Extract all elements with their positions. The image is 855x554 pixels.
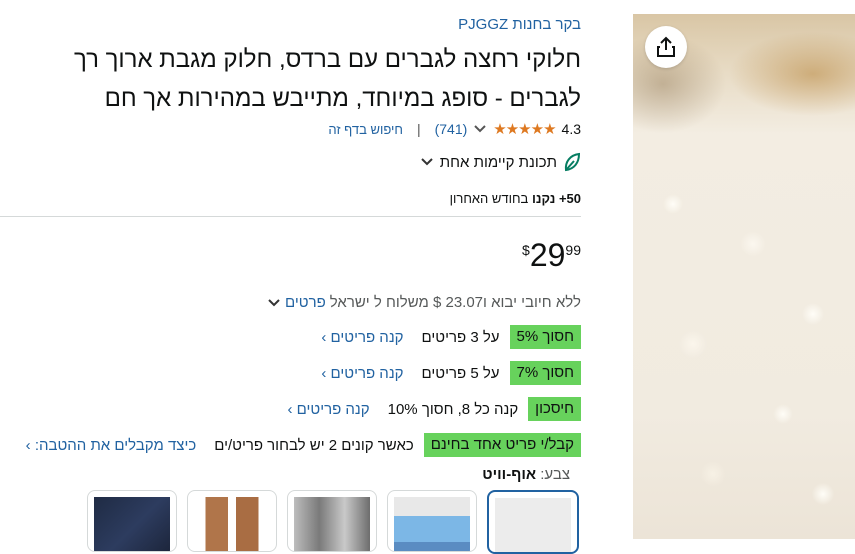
fleece-texture-image: [633, 14, 855, 539]
color-swatch[interactable]: [387, 490, 477, 552]
rating-row: 4.3 ★★★★★ (741) | חיפוש בדף זה: [328, 120, 581, 138]
product-title: חלוקי רחצה לגברים עם ברדס, חלוק מגבת ארו…: [73, 46, 581, 112]
price-fraction: 99: [565, 242, 581, 258]
color-swatch[interactable]: [287, 490, 377, 552]
color-swatch[interactable]: [187, 490, 277, 552]
share-button[interactable]: [645, 26, 687, 68]
bought-word: נקנו: [531, 191, 556, 206]
shipping-text: ללא חיובי יבוא ו‎$ 23.07‎ משלוח ל ישראל: [329, 294, 581, 311]
price: $ 29 99: [522, 236, 581, 274]
star-icon[interactable]: ★★★★★: [493, 120, 556, 138]
swatch-image: [94, 497, 170, 551]
rating-value: 4.3: [561, 121, 581, 137]
promo-text: על 3 פריטים: [421, 328, 500, 346]
promo-row: חיסכון קנה כל 8, חסוך 10% קנה פריטים ›: [287, 397, 581, 421]
promo-text: על 5 פריטים: [421, 364, 500, 382]
swatch-image: [495, 498, 571, 552]
promo-badge: חסוך 7%: [509, 361, 581, 385]
promo-badge: חסוך 5%: [509, 325, 581, 349]
product-image[interactable]: [633, 14, 855, 539]
color-swatch[interactable]: [87, 490, 177, 552]
promo-row: חסוך 7% על 5 פריטים קנה פריטים ›: [321, 361, 581, 385]
share-icon: [657, 36, 675, 57]
shop-items-link[interactable]: קנה פריטים ›: [321, 365, 403, 382]
price-whole: 29: [529, 237, 566, 273]
promo-badge: חיסכון: [528, 397, 581, 421]
section-divider: [0, 216, 581, 217]
shipping-details-link[interactable]: פרטים: [285, 294, 326, 311]
sustainability-label: תכונת קיימות אחת: [439, 153, 557, 171]
color-label: צבע: אוף-וויט: [482, 466, 570, 483]
swatch-image: [194, 497, 270, 551]
shop-items-link[interactable]: קנה פריטים ›: [321, 329, 403, 346]
selected-color: אוף-וויט: [482, 466, 537, 483]
bought-count: 50+: [558, 191, 581, 206]
shipping-info: ללא חיובי יבוא ו‎$ 23.07‎ משלוח ל ישראל …: [267, 294, 581, 311]
leaf-icon: [564, 152, 581, 172]
price-currency: $: [522, 242, 530, 258]
chevron-down-icon[interactable]: [473, 124, 487, 134]
swatch-image: [394, 497, 470, 551]
reviews-count-link[interactable]: (741): [435, 121, 468, 137]
chevron-down-icon[interactable]: [420, 157, 434, 167]
bought-suffix: בחודש האחרון: [449, 191, 529, 206]
divider-bar: |: [416, 121, 421, 137]
how-to-redeem-link[interactable]: כיצד מקבלים את ההטבה: ›: [26, 437, 197, 454]
promo-text: קנה כל 8, חסוך 10%: [387, 400, 519, 418]
promo-text: כאשר קונים 2 יש לבחור פריט/ים: [214, 436, 414, 454]
color-label-text: צבע:: [540, 466, 570, 483]
promo-row: חסוך 5% על 3 פריטים קנה פריטים ›: [321, 325, 581, 349]
promo-badge: קבל/י פריט אחד בחינם: [423, 433, 581, 457]
sustainability-row[interactable]: תכונת קיימות אחת: [420, 152, 581, 172]
swatch-image: [294, 497, 370, 551]
store-link[interactable]: בקר בחנות PJGGZ: [458, 16, 581, 33]
bought-last-month: 50+ נקנו בחודש האחרון: [450, 191, 581, 206]
search-page-link[interactable]: חיפוש בדף זה: [328, 122, 403, 137]
color-swatch-selected[interactable]: [487, 490, 579, 554]
chevron-down-icon[interactable]: [267, 298, 281, 308]
promo-row: קבל/י פריט אחד בחינם כאשר קונים 2 יש לבח…: [26, 433, 581, 457]
shop-items-link[interactable]: קנה פריטים ›: [287, 401, 369, 418]
